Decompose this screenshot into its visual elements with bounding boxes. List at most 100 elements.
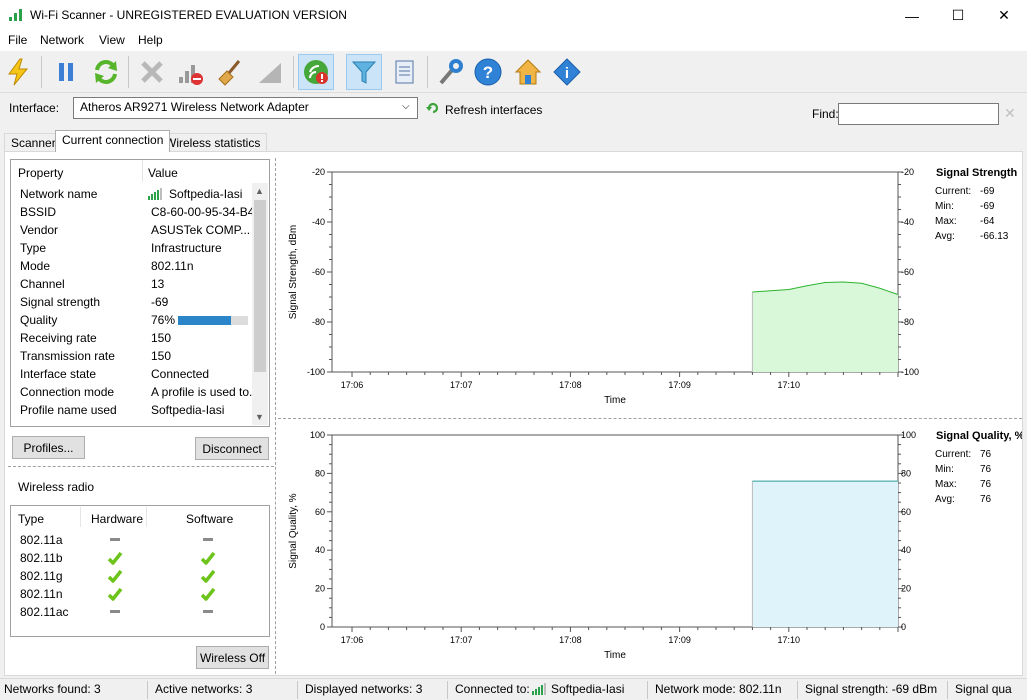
wrench-icon[interactable] — [432, 54, 468, 90]
y-tick-label: -80 — [312, 317, 325, 327]
info-icon[interactable]: i — [549, 54, 585, 90]
column-divider — [142, 160, 143, 182]
property-value[interactable]: 150 — [151, 331, 171, 345]
property-value[interactable]: Connected — [151, 367, 209, 381]
filter-icon[interactable] — [346, 54, 382, 90]
property-name[interactable]: Transmission rate — [20, 349, 115, 363]
menu-file[interactable]: File — [8, 33, 27, 47]
tab-current-connection[interactable]: Current connection — [55, 130, 171, 152]
property-name[interactable]: Type — [20, 241, 46, 255]
stat-value: -66.13 — [980, 231, 1009, 242]
property-value[interactable]: -69 — [151, 295, 168, 309]
broom-icon[interactable] — [212, 54, 248, 90]
x-tick-label: 17:10 — [778, 380, 801, 390]
stat-label: Current: — [935, 186, 972, 197]
column-divider — [146, 507, 147, 527]
property-name[interactable]: Signal strength — [20, 295, 100, 309]
tab-scanner[interactable]: Scanner — [4, 133, 63, 151]
find-input[interactable] — [838, 103, 999, 125]
x-tick-label: 17:08 — [559, 380, 582, 390]
property-value[interactable]: 76% — [151, 313, 175, 327]
check-icon — [200, 569, 216, 583]
property-value[interactable]: C8-60-00-95-34-B4 — [151, 205, 254, 219]
stat-label: Current: — [935, 449, 972, 460]
menu-help[interactable]: Help — [138, 33, 163, 47]
clear-find-icon[interactable]: ✕ — [1004, 105, 1016, 122]
lightning-icon[interactable] — [0, 54, 36, 90]
property-name[interactable]: Interface state — [20, 367, 96, 381]
maximize-button[interactable]: ☐ — [935, 0, 981, 31]
property-name[interactable]: Connection mode — [20, 385, 114, 399]
property-value[interactable]: Softpedia-Iasi — [169, 187, 242, 201]
signal-remove-icon[interactable] — [172, 54, 208, 90]
property-value[interactable]: Infrastructure — [151, 241, 222, 255]
property-value[interactable]: 802.11n — [151, 259, 194, 273]
status-connected-label: Connected to: — [455, 682, 530, 696]
property-name[interactable]: Network name — [20, 187, 97, 201]
notebook-icon[interactable] — [386, 54, 422, 90]
tab-wireless-statistics[interactable]: Wireless statistics — [158, 133, 268, 151]
property-name[interactable]: Profile name used — [20, 403, 117, 417]
toolbar-separator — [41, 56, 42, 88]
stat-value: -64 — [980, 216, 995, 227]
property-name[interactable]: Quality — [20, 313, 57, 327]
property-name[interactable]: Vendor — [20, 223, 58, 237]
menu-view[interactable]: View — [99, 33, 125, 47]
pause-icon[interactable] — [48, 54, 84, 90]
y-axis-label: Signal Quality, % — [288, 493, 299, 569]
property-name[interactable]: Receiving rate — [20, 331, 97, 345]
y-tick-label: -60 — [901, 267, 914, 277]
interface-select[interactable]: Atheros AR9271 Wireless Network Adapter — [73, 97, 418, 119]
svg-text:i: i — [565, 65, 569, 82]
x-tick-label: 17:10 — [778, 635, 801, 645]
property-header[interactable]: Property — [18, 166, 63, 180]
menu-network[interactable]: Network — [40, 33, 84, 47]
chart-divider[interactable] — [278, 418, 1022, 419]
stat-value: 76 — [980, 479, 992, 490]
radio-type: 802.11n — [20, 587, 63, 601]
home-icon[interactable] — [510, 54, 546, 90]
check-icon — [200, 587, 216, 601]
property-value[interactable]: ASUSTek COMP... — [151, 223, 250, 237]
status-separator — [797, 681, 798, 699]
clear-icon[interactable] — [134, 54, 170, 90]
refresh-icon[interactable] — [88, 54, 124, 90]
wireless-off-button[interactable]: Wireless Off — [196, 646, 269, 669]
quality-bar — [178, 316, 248, 325]
signal-strength-chart: -20 -20 -40 -40 -60 -60 -80 -80 -100 -100 17:06 17:… — [288, 167, 919, 406]
status-separator — [297, 681, 298, 699]
property-value[interactable]: A profile is used to... — [151, 385, 259, 399]
column-divider — [80, 507, 81, 527]
check-icon — [107, 569, 123, 583]
refresh-small-icon[interactable] — [426, 101, 442, 117]
pane-splitter[interactable] — [275, 158, 276, 674]
minimize-button[interactable]: — — [889, 0, 935, 31]
property-value[interactable]: 150 — [151, 349, 171, 363]
disconnect-button[interactable]: Disconnect — [195, 437, 269, 460]
connection-monitor-icon[interactable] — [298, 54, 334, 90]
quality-bar-fill — [178, 316, 232, 325]
property-value[interactable]: Softpedia-Iasi — [151, 403, 224, 417]
profiles-button[interactable]: Profiles... — [12, 436, 85, 459]
radio-type: 802.11ac — [20, 605, 69, 619]
property-name[interactable]: Channel — [20, 277, 65, 291]
scrollbar-thumb[interactable] — [254, 200, 266, 372]
value-header[interactable]: Value — [148, 166, 178, 180]
toolbar-separator — [128, 56, 129, 88]
close-button[interactable]: ✕ — [981, 0, 1027, 31]
scroll-down-icon[interactable]: ▼ — [255, 412, 264, 422]
property-name[interactable]: BSSID — [20, 205, 56, 219]
wireless-radio-title: Wireless radio — [18, 480, 95, 494]
stat-label: Max: — [935, 216, 957, 227]
stat-label: Min: — [935, 464, 954, 475]
svg-text:?: ? — [483, 63, 493, 82]
scroll-up-icon[interactable]: ▲ — [255, 186, 264, 196]
x-tick-label: 17:07 — [450, 635, 473, 645]
signal-bars-icon[interactable] — [252, 54, 288, 90]
stat-value: 76 — [980, 494, 992, 505]
help-icon[interactable]: ? — [470, 54, 506, 90]
chevron-down-icon[interactable]: ⌵ — [402, 101, 410, 112]
property-name[interactable]: Mode — [20, 259, 50, 273]
refresh-interfaces-link[interactable]: Refresh interfaces — [445, 103, 542, 117]
property-value[interactable]: 13 — [151, 277, 164, 291]
